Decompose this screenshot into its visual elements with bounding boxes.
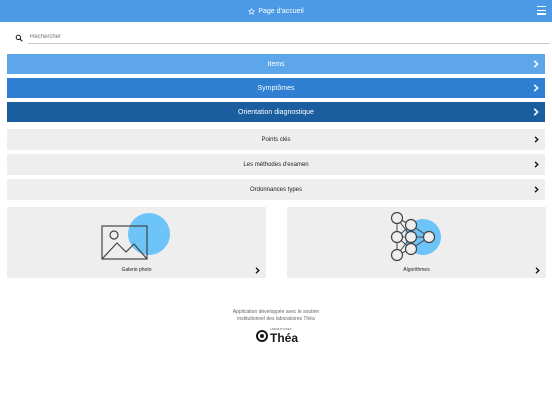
sponsor-line-1: Application développée avec le soutien bbox=[232, 309, 320, 315]
items-label: Items bbox=[267, 60, 285, 68]
top-bar: Page d'accueil bbox=[0, 0, 552, 22]
hamburger-menu-icon[interactable] bbox=[537, 6, 546, 15]
algorithm-network-icon bbox=[390, 211, 441, 262]
points-cles-label: Points clés bbox=[261, 136, 291, 143]
search-icon[interactable] bbox=[12, 34, 26, 42]
chevron-right-icon bbox=[535, 267, 540, 274]
orientation-diagnostique-button[interactable]: Orientation diagnostique bbox=[7, 102, 545, 122]
symptomes-button[interactable]: Symptômes bbox=[7, 78, 545, 98]
points-cles-button[interactable]: Points clés bbox=[7, 129, 545, 150]
galerie-photo-label: Galerie photo bbox=[121, 267, 152, 273]
chevron-right-icon bbox=[533, 108, 539, 116]
algorithmes-label: Algorithmes bbox=[403, 267, 430, 273]
chevron-right-icon bbox=[533, 84, 539, 92]
methodes-examen-button[interactable]: Les méthodes d'examen bbox=[7, 154, 545, 175]
thea-logo: LABORATOIRES Théa bbox=[256, 328, 298, 345]
galerie-photo-tile[interactable]: Galerie photo bbox=[7, 207, 266, 278]
chevron-right-icon bbox=[534, 136, 539, 143]
star-icon bbox=[248, 7, 256, 14]
sponsor-line-2: institutionnel des laboratoires Théa bbox=[237, 316, 315, 322]
photo-gallery-icon bbox=[101, 213, 170, 260]
logo-brand: Théa bbox=[270, 331, 299, 345]
page-title-text: Page d'accueil bbox=[258, 7, 304, 15]
chevron-right-icon bbox=[534, 186, 539, 193]
chevron-right-icon bbox=[533, 60, 539, 68]
chevron-right-icon bbox=[255, 267, 260, 274]
orientation-label: Orientation diagnostique bbox=[238, 108, 314, 116]
chevron-right-icon bbox=[534, 161, 539, 168]
ordonnances-label: Ordonnances types bbox=[249, 186, 303, 193]
items-button[interactable]: Items bbox=[7, 54, 545, 74]
search-bar bbox=[12, 30, 550, 46]
ordonnances-types-button[interactable]: Ordonnances types bbox=[7, 179, 545, 200]
sponsor-note: Application développée avec le soutien i… bbox=[0, 309, 552, 323]
search-input[interactable] bbox=[28, 30, 550, 44]
symptomes-label: Symptômes bbox=[257, 84, 295, 92]
methodes-examen-label: Les méthodes d'examen bbox=[243, 161, 309, 168]
algorithmes-tile[interactable]: Algorithmes bbox=[287, 207, 546, 278]
page-title: Page d'accueil bbox=[0, 0, 552, 22]
